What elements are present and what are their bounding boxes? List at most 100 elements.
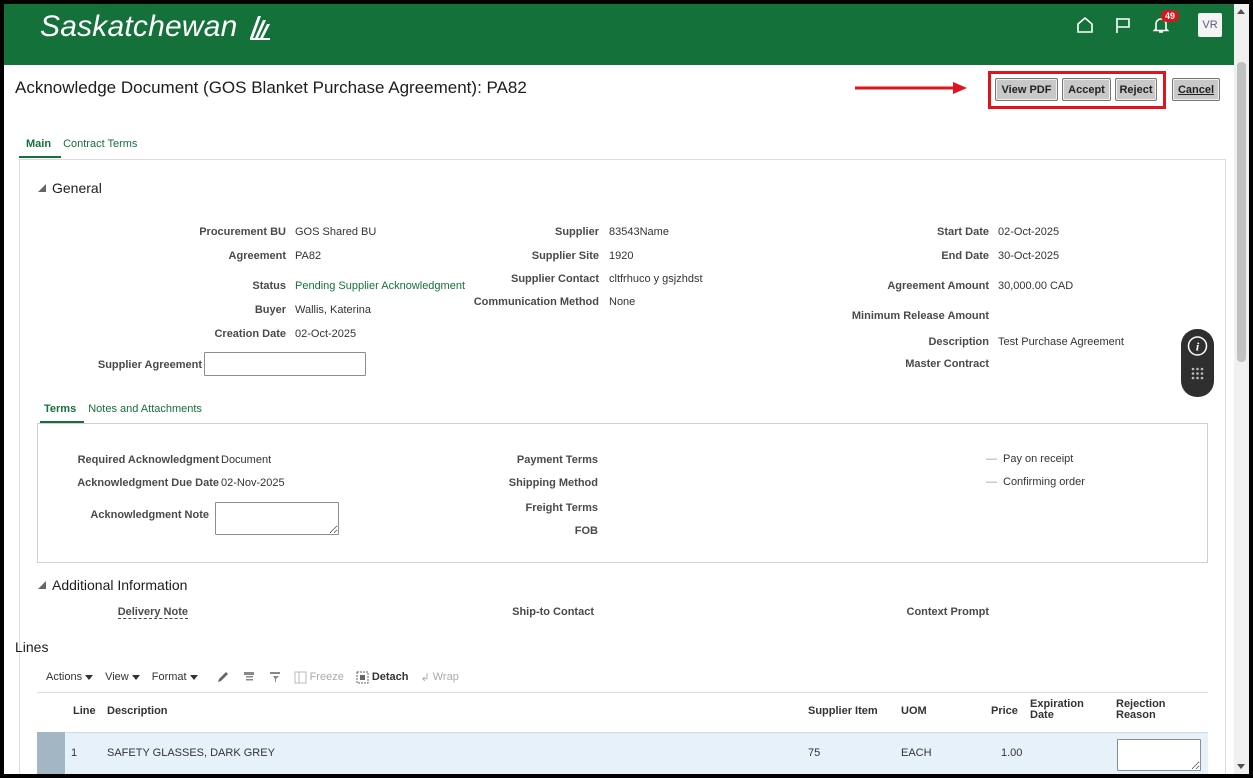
payment-terms-label: Payment Terms — [516, 454, 598, 466]
wrap-icon: ↲ — [420, 671, 430, 684]
logo-text: Saskatchewan — [40, 10, 238, 43]
lines-toolbar: Actions View Format Freeze Detach ↲ Wrap — [46, 670, 459, 684]
reject-button[interactable]: Reject — [1115, 78, 1157, 101]
supplier-contact-value: cltfrhuco y gsjzhdst — [609, 273, 703, 285]
browser-viewport: Saskatchewan 49 VR Acknowledge Document … — [4, 4, 1234, 774]
ship-to-contact-label: Ship-to Contact — [512, 606, 594, 618]
supplier-site-label: Supplier Site — [531, 250, 599, 262]
collapse-icon — [38, 581, 46, 589]
panel-border-left — [19, 159, 20, 774]
column-header-description[interactable]: Description — [107, 706, 168, 717]
active-tab-indicator — [19, 156, 61, 158]
uom-cell: EACH — [901, 747, 932, 759]
supplier-value: 83543Name — [609, 226, 669, 238]
confirming-order-value: — Confirming order — [986, 476, 1085, 488]
rejection-reason-input[interactable] — [1117, 739, 1201, 771]
column-header-uom[interactable]: UOM — [901, 706, 927, 717]
line-number-cell: 1 — [71, 747, 78, 759]
freeze-icon — [294, 671, 307, 683]
acknowledgment-note-label: Acknowledgment Note — [90, 509, 209, 521]
agreement-value: PA82 — [295, 250, 322, 262]
flag-icon[interactable] — [1112, 14, 1134, 36]
freeze-button[interactable]: Freeze — [294, 671, 344, 684]
buyer-value: Wallis, Katerina — [295, 304, 372, 316]
saskatchewan-logo[interactable]: Saskatchewan — [40, 10, 271, 44]
end-date-label: End Date — [941, 250, 989, 262]
panel-border-right — [1225, 159, 1226, 774]
home-icon[interactable] — [1074, 14, 1096, 36]
agreement-amount-label: Agreement Amount — [887, 280, 989, 292]
procurement-bu-value: GOS Shared BU — [295, 226, 377, 238]
column-header-price[interactable]: Price — [991, 706, 1018, 717]
detach-icon — [356, 671, 369, 683]
scroll-up-icon[interactable] — [1237, 9, 1245, 14]
acknowledgment-due-date-value: 02-Nov-2025 — [221, 477, 285, 489]
chevron-down-icon — [131, 674, 140, 680]
column-header-line[interactable]: Line — [73, 706, 96, 717]
format-menu[interactable]: Format — [152, 671, 198, 683]
filter-rows-icon[interactable] — [268, 670, 282, 684]
additional-info-title: Additional Information — [52, 577, 188, 593]
column-header-rejection-reason[interactable]: Rejection Reason — [1116, 699, 1176, 721]
fob-label: FOB — [574, 525, 598, 537]
bell-icon[interactable]: 49 — [1150, 10, 1180, 36]
end-date-value: 30-Oct-2025 — [998, 250, 1060, 262]
subtab-notes-attachments[interactable]: Notes and Attachments — [88, 403, 202, 415]
general-section-header[interactable]: General — [38, 180, 102, 196]
collapse-icon — [38, 184, 46, 192]
creation-date-label: Creation Date — [214, 328, 286, 340]
wheat-logo-icon — [250, 16, 271, 40]
subtab-terms[interactable]: Terms — [44, 403, 76, 415]
tab-contract-terms[interactable]: Contract Terms — [63, 138, 137, 150]
query-by-example-icon[interactable] — [242, 670, 256, 684]
chevron-down-icon — [85, 674, 94, 680]
description-label: Description — [928, 336, 989, 348]
notification-badge: 49 — [1161, 10, 1180, 22]
tabs-divider — [19, 159, 1226, 160]
column-header-expiration-date[interactable]: Expiration Date — [1030, 699, 1090, 721]
supplier-agreement-label: Supplier Agreement — [97, 359, 202, 371]
start-date-label: Start Date — [937, 226, 989, 238]
acknowledgment-note-textarea[interactable] — [215, 502, 339, 535]
dash-icon: — — [986, 453, 997, 465]
supplier-item-cell: 75 — [808, 747, 821, 759]
wrap-button[interactable]: ↲ Wrap — [421, 671, 459, 684]
agreement-amount-value: 30,000.00 CAD — [998, 280, 1074, 292]
row-selector[interactable] — [37, 732, 65, 774]
additional-info-section-header[interactable]: Additional Information — [38, 577, 187, 593]
minimum-release-amount-label: Minimum Release Amount — [851, 310, 989, 322]
edit-pencil-icon[interactable] — [216, 670, 230, 684]
detach-button[interactable]: Detach — [356, 671, 409, 684]
context-prompt-label: Context Prompt — [906, 606, 990, 618]
global-header: Saskatchewan 49 VR — [4, 4, 1234, 65]
freight-terms-label: Freight Terms — [525, 502, 598, 514]
delivery-note-label[interactable]: Delivery Note — [117, 606, 188, 619]
required-acknowledgment-value: Document — [221, 454, 272, 466]
general-title: General — [52, 180, 102, 196]
acknowledgment-due-date-label: Acknowledgment Due Date — [77, 477, 219, 489]
communication-method-label: Communication Method — [473, 296, 599, 308]
view-menu[interactable]: View — [105, 671, 140, 683]
terms-panel — [37, 423, 1208, 563]
pay-on-receipt-text: Pay on receipt — [1003, 453, 1074, 465]
column-header-supplier-item[interactable]: Supplier Item — [808, 706, 878, 717]
supplier-contact-label: Supplier Contact — [510, 273, 599, 285]
supplier-agreement-input[interactable] — [204, 352, 366, 376]
scroll-down-icon[interactable] — [1237, 764, 1245, 769]
actions-menu[interactable]: Actions — [46, 671, 94, 683]
scrollbar-thumb[interactable] — [1237, 62, 1246, 362]
help-widget[interactable]: i — [1181, 329, 1214, 397]
info-icon: i — [1187, 336, 1208, 380]
accept-button[interactable]: Accept — [1062, 78, 1111, 101]
tab-main[interactable]: Main — [26, 138, 51, 150]
price-cell: 1.00 — [1001, 747, 1023, 759]
user-avatar[interactable]: VR — [1198, 13, 1222, 37]
view-pdf-button[interactable]: View PDF — [995, 78, 1058, 101]
shipping-method-label: Shipping Method — [508, 477, 598, 489]
cancel-button[interactable]: Cancel — [1172, 78, 1220, 101]
pay-on-receipt-value: — Pay on receipt — [986, 453, 1073, 465]
master-contract-label: Master Contract — [905, 358, 989, 370]
vertical-scrollbar[interactable] — [1234, 4, 1249, 774]
dash-icon: — — [986, 476, 997, 488]
svg-text:i: i — [1196, 340, 1200, 354]
